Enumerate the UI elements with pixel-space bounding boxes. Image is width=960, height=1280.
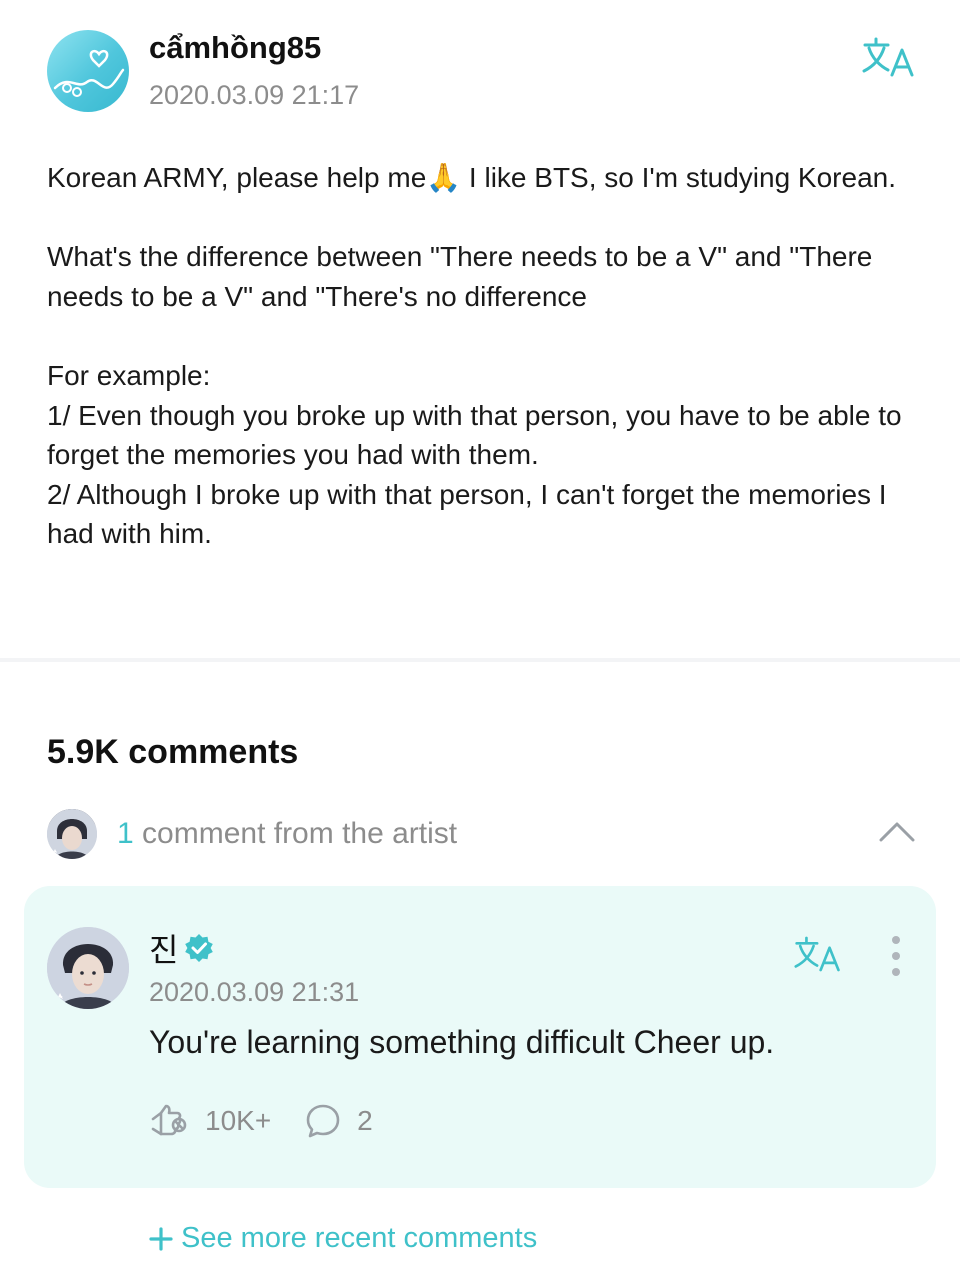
verified-badge-icon bbox=[184, 933, 214, 963]
artist-mini-avatar bbox=[47, 809, 97, 859]
artist-name[interactable]: 진 bbox=[149, 925, 178, 971]
artist-comments-toggle[interactable]: 1 comment from the artist bbox=[47, 808, 457, 860]
artist-comment-count: 1 bbox=[117, 817, 134, 850]
artist-name-row: 진 bbox=[149, 925, 214, 971]
translate-icon[interactable] bbox=[794, 935, 842, 978]
post-body: Korean ARMY, please help me🙏 I like BTS,… bbox=[47, 162, 902, 550]
like-count: 10K+ bbox=[205, 1105, 272, 1136]
post-timestamp: 2020.03.09 21:17 bbox=[149, 80, 360, 110]
chevron-up-icon[interactable] bbox=[879, 820, 915, 849]
like-icon[interactable] bbox=[149, 1103, 189, 1139]
see-more-label: See more recent comments bbox=[181, 1222, 538, 1254]
more-vertical-icon[interactable] bbox=[886, 936, 906, 976]
artist-comment-label: comment from the artist bbox=[142, 817, 458, 850]
see-more-comments-link[interactable]: See more recent comments bbox=[149, 1222, 537, 1255]
translate-icon[interactable] bbox=[862, 36, 916, 83]
artist-avatar[interactable] bbox=[47, 927, 129, 1009]
post-author-avatar[interactable] bbox=[47, 30, 129, 112]
reply-count: 2 bbox=[357, 1105, 373, 1136]
artist-comment-timestamp: 2020.03.09 21:31 bbox=[149, 977, 360, 1007]
comments-count-heading: 5.9K comments bbox=[47, 733, 299, 771]
comment-bubble-icon[interactable] bbox=[305, 1103, 341, 1139]
section-divider bbox=[0, 658, 960, 662]
avatar-heart-doodle-icon bbox=[53, 49, 125, 97]
artist-comment-actions: 10K+ 2 bbox=[149, 1103, 373, 1139]
post-author-name[interactable]: cẩmhồng85 bbox=[149, 30, 321, 66]
plus-icon bbox=[149, 1226, 173, 1251]
artist-comment-text: You're learning something difficult Chee… bbox=[149, 1024, 775, 1060]
